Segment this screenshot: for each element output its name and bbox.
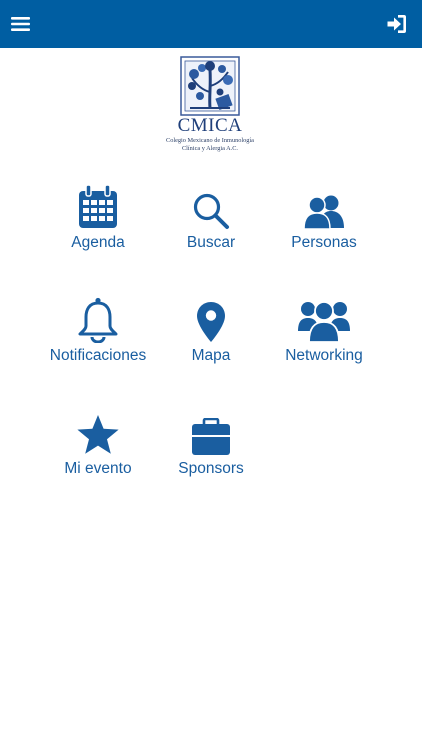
bell-icon — [38, 293, 158, 343]
calendar-icon — [38, 180, 158, 230]
star-icon — [38, 406, 158, 456]
top-app-bar — [0, 0, 422, 48]
search-icon — [151, 180, 271, 230]
group-icon — [264, 293, 384, 343]
menu-item-mapa[interactable]: Mapa — [151, 293, 271, 383]
menu-item-personas[interactable]: Personas — [264, 180, 384, 270]
briefcase-icon — [151, 406, 271, 456]
hamburger-menu-icon[interactable] — [10, 13, 32, 35]
logo-subtitle-line2: Clínica y Alergia A.C. — [181, 145, 239, 152]
logo-brand-name: CMICA — [177, 115, 243, 136]
menu-item-sponsors[interactable]: Sponsors — [151, 406, 271, 496]
menu-item-mi-evento[interactable]: Mi evento — [38, 406, 158, 496]
menu-item-notificaciones[interactable]: Notificaciones — [38, 293, 158, 383]
menu-item-label: Sponsors — [178, 460, 244, 477]
sign-in-icon[interactable] — [386, 13, 408, 35]
menu-item-networking[interactable]: Networking — [264, 293, 384, 383]
users-icon — [264, 180, 384, 230]
menu-item-agenda[interactable]: Agenda — [38, 180, 158, 270]
menu-item-buscar[interactable]: Buscar — [151, 180, 271, 270]
menu-item-label: Personas — [291, 234, 357, 251]
cmica-logo: CMICA Colegio Mexicano de Inmunología Cl… — [158, 56, 262, 156]
logo-subtitle-line1: Colegio Mexicano de Inmunología — [166, 137, 254, 144]
map-marker-icon — [151, 293, 271, 343]
menu-item-label: Networking — [285, 347, 363, 364]
cmica-emblem-icon — [180, 56, 240, 116]
